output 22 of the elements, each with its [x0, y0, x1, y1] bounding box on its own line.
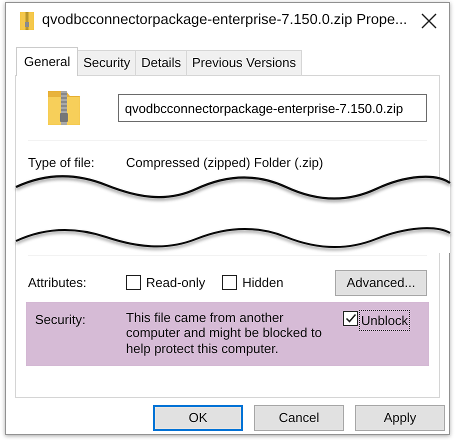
checkbox[interactable] — [343, 310, 358, 326]
ok-button[interactable]: OK — [153, 405, 243, 431]
advanced-button[interactable]: Advanced... — [335, 270, 427, 296]
zip-folder-icon — [20, 12, 34, 30]
tab[interactable]: Security — [77, 50, 136, 75]
window-title: qvodbcconnectorpackage-enterprise-7.150.0.zip Prope... — [42, 11, 408, 30]
field-label: Security: — [35, 310, 87, 329]
checkbox-label[interactable]: Hidden — [242, 272, 284, 292]
checkbox[interactable] — [222, 275, 238, 290]
field-value: Compressed (zipped) Folder (.zip) — [126, 154, 324, 172]
tab[interactable]: Previous Versions — [186, 50, 302, 75]
cancel-button[interactable]: Cancel — [254, 405, 344, 431]
field-label: Attributes: — [28, 274, 88, 292]
tab[interactable]: General — [16, 46, 78, 76]
tab[interactable]: Details — [135, 50, 187, 75]
checkbox-label[interactable]: Unblock — [360, 310, 409, 330]
checkbox-label[interactable]: Read-only — [146, 272, 206, 292]
field-label: Type of file: — [28, 154, 96, 172]
file-name-field[interactable]: qvodbcconnectorpackage-enterprise-7.150.0.zip — [118, 94, 427, 122]
apply-button[interactable]: Apply — [355, 405, 445, 431]
checkbox[interactable] — [126, 275, 141, 290]
security-message: This file came from another computer and might be blocked to help protect this computer. — [126, 310, 323, 356]
